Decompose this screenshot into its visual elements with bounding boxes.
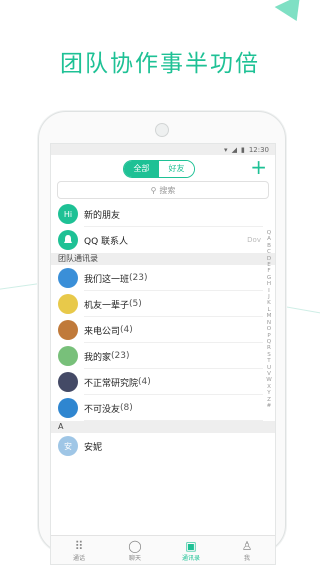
status-time: 12:30 — [248, 145, 269, 154]
battery-icon: ▮ — [240, 145, 245, 154]
app-screen: ▾ ◢ ▮ 12:30 全部 好友 + ⚲ 搜索 Hi 新的朋友 QQ 联系人 — [50, 143, 276, 565]
new-friends-icon: Hi — [58, 204, 78, 224]
qq-icon — [58, 230, 78, 250]
list-item-group[interactable]: 来电公司 (4) — [51, 317, 275, 343]
search-placeholder: 搜索 — [159, 185, 176, 195]
segment-control: 全部 好友 — [123, 160, 195, 178]
list-item-contact[interactable]: 安 安妮 — [51, 433, 275, 459]
section-header-letter: A — [51, 421, 275, 433]
contacts-icon: ▣ — [185, 538, 197, 553]
tab-calls[interactable]: ⠿ 通话 — [51, 536, 107, 564]
tab-label: 通讯录 — [181, 554, 200, 562]
tab-friends[interactable]: 好友 — [159, 161, 194, 177]
tab-all[interactable]: 全部 — [124, 161, 159, 177]
tab-me[interactable]: ♙ 我 — [219, 536, 275, 564]
contact-avatar: 安 — [58, 436, 78, 456]
list-item-label: 我的家 — [84, 352, 112, 363]
wifi-icon: ▾ — [224, 145, 228, 154]
status-bar: ▾ ◢ ▮ 12:30 — [51, 144, 275, 155]
list-item-label: 机友一辈子 — [84, 300, 130, 311]
section-header-team: 团队通讯录 — [51, 253, 275, 265]
list-item-count: (4) — [138, 377, 151, 387]
list-item-extra: Dov — [247, 236, 261, 244]
divider — [84, 420, 263, 421]
list-item-label: 不正常研究院 — [84, 378, 139, 389]
dialpad-icon: ⠿ — [74, 538, 84, 553]
list-item-label: 我们这一班 — [84, 274, 130, 285]
tab-label: 通话 — [72, 554, 85, 562]
list-item-group[interactable]: 不可没友 (8) — [51, 395, 275, 421]
person-icon: ♙ — [241, 538, 253, 553]
list-item-label: QQ 联系人 — [84, 236, 129, 247]
index-letter[interactable]: # — [265, 403, 273, 409]
list-item-group[interactable]: 不正常研究院 (4) — [51, 369, 275, 395]
group-avatar — [58, 372, 78, 392]
headline: 团队协作事半功倍 — [60, 51, 260, 77]
add-icon[interactable]: + — [250, 156, 267, 178]
list-item-group[interactable]: 我们这一班 (23) — [51, 265, 275, 291]
tab-contacts[interactable]: ▣ 通讯录 — [163, 536, 219, 564]
camera-icon — [155, 123, 169, 137]
list-item-label: 来电公司 — [84, 326, 121, 337]
decor-triangle — [274, 0, 310, 27]
top-bar: 全部 好友 + — [51, 155, 275, 181]
list-item-group[interactable]: 机友一辈子 (5) — [51, 291, 275, 317]
group-avatar — [58, 268, 78, 288]
phone-frame: ▾ ◢ ▮ 12:30 全部 好友 + ⚲ 搜索 Hi 新的朋友 QQ 联系人 — [38, 111, 286, 565]
chat-icon: ◯ — [128, 538, 142, 553]
list-item-count: (23) — [129, 273, 148, 283]
list-item-label: 新的朋友 — [84, 210, 121, 221]
list-item-new-friends[interactable]: Hi 新的朋友 — [51, 201, 275, 227]
search-input[interactable]: ⚲ 搜索 — [57, 181, 269, 199]
list-item-label: 安妮 — [84, 442, 103, 453]
list-item-count: (8) — [120, 403, 133, 413]
list-item-count: (23) — [111, 351, 130, 361]
tab-label: 我 — [243, 554, 250, 562]
alphabet-index[interactable]: Q A B C D E F G H I J K L M N O P Q R S T U V W X Y Z # — [265, 230, 273, 409]
list-item-qq-contacts[interactable]: QQ 联系人 Dov — [51, 227, 275, 253]
index-letter[interactable]: W — [265, 377, 273, 383]
search-icon: ⚲ — [150, 185, 157, 195]
signal-icon: ◢ — [231, 145, 237, 154]
list-item-count: (4) — [120, 325, 133, 335]
list-item-group[interactable]: 我的家 (23) — [51, 343, 275, 369]
group-avatar — [58, 346, 78, 366]
list-item-label: 不可没友 — [84, 404, 121, 415]
group-avatar — [58, 320, 78, 340]
tab-label: 聊天 — [128, 554, 141, 562]
group-avatar — [58, 294, 78, 314]
bottom-tab-bar: ⠿ 通话 ◯ 聊天 ▣ 通讯录 ♙ 我 — [51, 535, 275, 564]
list-item-count: (5) — [129, 299, 142, 309]
group-avatar — [58, 398, 78, 418]
tab-chat[interactable]: ◯ 聊天 — [107, 536, 163, 564]
